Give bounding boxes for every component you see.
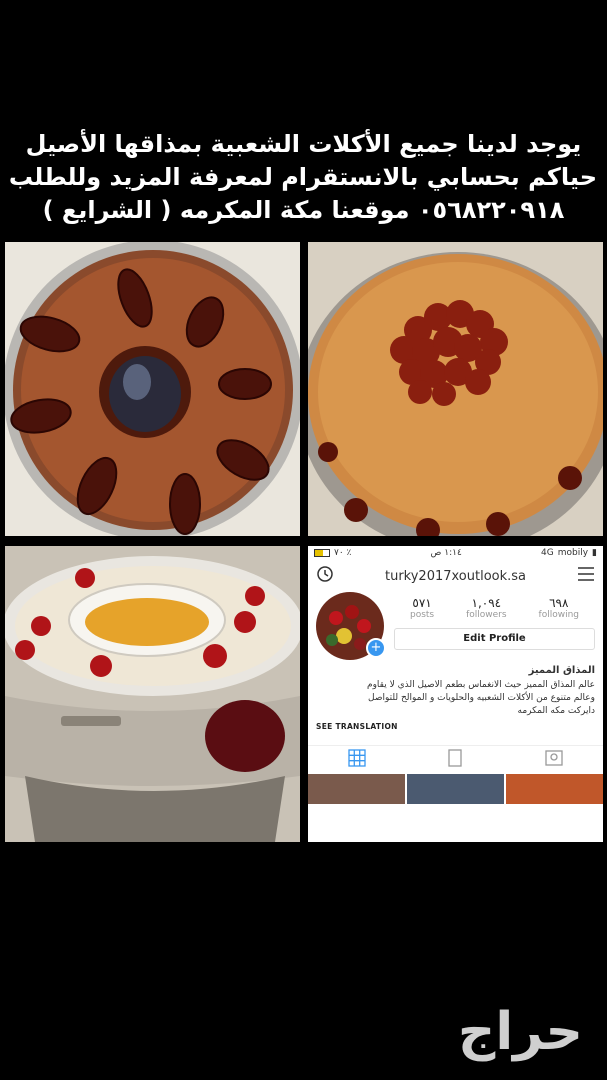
history-icon[interactable] — [316, 565, 334, 587]
edit-profile-button[interactable]: Edit Profile — [394, 628, 595, 650]
list-icon[interactable] — [446, 749, 464, 771]
grid-icon[interactable] — [348, 749, 366, 771]
caption-line-3: ٠٥٦٨٢٢٠٩١٨ موقعنا مكة المكرمه ( الشرايع … — [42, 196, 565, 224]
photo-bowl-honey — [5, 546, 300, 842]
stat-following[interactable]: ٦٩٨ following — [539, 596, 579, 620]
caption-line-1: يوجد لدينا جميع الأكلات الشعبية بمذاقها … — [25, 130, 582, 158]
bio-line-1: عالم المذاق المميز حيث الانغماس بطعم الا… — [367, 680, 595, 690]
signal-icon: ▮ — [592, 548, 597, 558]
clock: ١:١٤ ص — [430, 548, 462, 558]
status-bar: ٧٠ ٪ ١:١٤ ص 4G mobily ▮ — [308, 546, 603, 560]
see-translation-link[interactable]: SEE TRANSLATION — [308, 718, 603, 731]
photo-cake — [308, 242, 603, 536]
bio-line-2: وعالم متنوع من الأكلات الشعبيه والحلويات… — [368, 693, 595, 703]
profile-username: turky2017xoutlook.sa — [384, 568, 527, 584]
network-type: 4G — [541, 548, 554, 558]
carrier-name: mobily — [557, 548, 589, 558]
photo-grid: ٧٠ ٪ ١:١٤ ص 4G mobily ▮ turky2017xoutloo… — [0, 238, 607, 842]
avatar[interactable]: + — [316, 592, 386, 660]
profile-tabs — [308, 745, 603, 774]
post-thumbnail[interactable] — [308, 774, 405, 804]
tagged-icon[interactable] — [545, 749, 563, 771]
haraj-logo: حراج — [457, 1002, 585, 1062]
battery-icon — [314, 549, 330, 557]
add-badge-icon[interactable]: + — [366, 638, 386, 658]
post-thumbnails — [308, 774, 603, 804]
profile-bio: المذاق المميز عالم المذاق المميز حيث الا… — [308, 664, 603, 718]
instagram-screenshot: ٧٠ ٪ ١:١٤ ص 4G mobily ▮ turky2017xoutloo… — [308, 546, 603, 842]
post-thumbnail[interactable] — [506, 774, 603, 804]
caption: يوجد لدينا جميع الأكلات الشعبية بمذاقها … — [8, 128, 597, 227]
battery-level: ٧٠ ٪ — [334, 548, 352, 558]
bio-line-3: دايركت مكه المكرمه — [517, 706, 595, 716]
caption-line-2: حياكم بحسابي بالانستقرام لمعرفة المزيد و… — [8, 163, 597, 191]
stat-followers[interactable]: ١,٠٩٤ followers — [466, 596, 506, 620]
stat-posts[interactable]: ٥٧١ posts — [410, 596, 434, 620]
menu-icon[interactable] — [577, 566, 595, 586]
photo-dates-tray — [5, 242, 300, 536]
profile-navbar: turky2017xoutlook.sa — [308, 560, 603, 592]
bio-name: المذاق المميز — [528, 665, 595, 676]
post-thumbnail[interactable] — [407, 774, 504, 804]
